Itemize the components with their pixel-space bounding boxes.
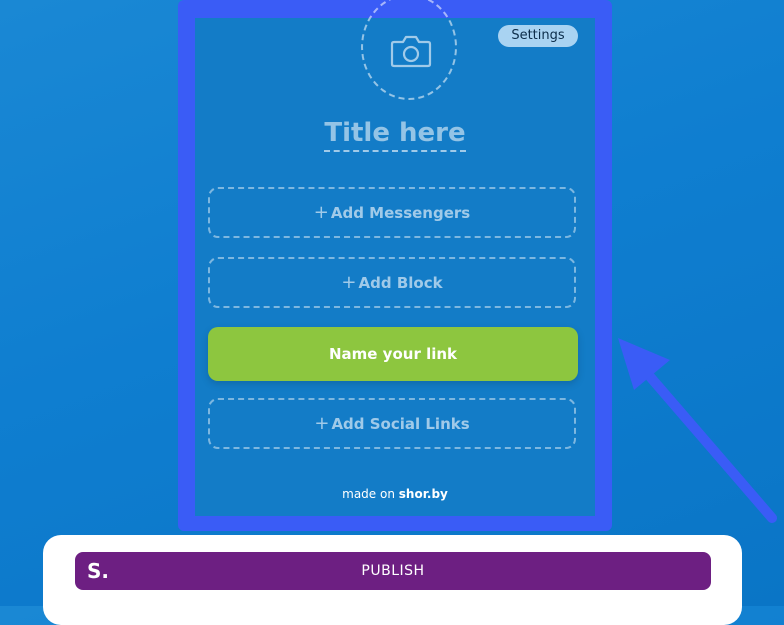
title-field[interactable]: Title here <box>195 118 595 152</box>
add-social-links-label: Add Social Links <box>331 415 470 433</box>
arrow-pointer-icon <box>618 338 777 523</box>
footer-prefix: made on <box>342 487 395 501</box>
publish-button[interactable]: S. PUBLISH <box>75 552 711 590</box>
add-messengers-button[interactable]: + Add Messengers <box>208 187 576 238</box>
add-block-label: Add Block <box>358 274 443 292</box>
plus-icon: + <box>313 202 329 223</box>
camera-icon <box>390 35 432 68</box>
profile-editor-frame: Settings Title here + Add Messengers + Add… <box>178 0 612 531</box>
publish-label: PUBLISH <box>361 563 425 579</box>
avatar-upload[interactable] <box>361 0 457 100</box>
footer-brand-link[interactable]: shor.by <box>399 487 448 501</box>
publish-panel: S. PUBLISH <box>43 535 742 625</box>
plus-icon: + <box>314 413 330 434</box>
plus-icon: + <box>341 272 357 293</box>
add-messengers-label: Add Messengers <box>330 204 471 222</box>
add-block-button[interactable]: + Add Block <box>208 257 576 308</box>
add-social-links-button[interactable]: + Add Social Links <box>208 398 576 449</box>
settings-button[interactable]: Settings <box>498 25 578 47</box>
footer-credit: made on shor.by <box>195 487 595 501</box>
title-placeholder[interactable]: Title here <box>324 118 466 152</box>
link-button[interactable]: Name your link <box>208 327 578 381</box>
